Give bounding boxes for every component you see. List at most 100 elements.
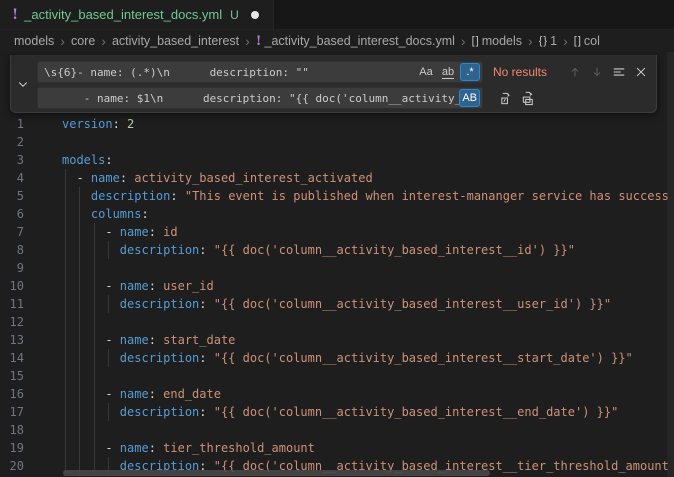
find-input[interactable]: \s{6}- name: (.*)\n description: "" Aa a… — [37, 61, 483, 83]
tab-bar: ! _activity_based_interest_docs.yml U — [0, 0, 674, 30]
code-line[interactable]: 3models: — [0, 151, 674, 169]
replace-all-button[interactable] — [517, 87, 539, 109]
code-token: - — [62, 333, 120, 347]
dirty-indicator-dot[interactable] — [251, 11, 259, 19]
code-token: name — [91, 171, 120, 185]
indent-guide — [94, 439, 95, 457]
indent-guide — [79, 403, 80, 421]
code-token: - — [62, 387, 120, 401]
code-area[interactable]: 1version: 223models:4 - name: activity_b… — [0, 115, 674, 475]
code-line[interactable]: 9 — [0, 259, 674, 277]
code-token: name — [120, 387, 149, 401]
code-line[interactable]: 4 - name: activity_based_interest_activa… — [0, 169, 674, 187]
indent-guide — [65, 367, 66, 385]
code-line[interactable]: 10 - name: user_id — [0, 277, 674, 295]
code-token: : — [141, 207, 148, 221]
code-token: : — [120, 171, 134, 185]
breadcrumb-item[interactable]: [ ]models — [472, 34, 522, 48]
code-token: "This event is published when interest-m… — [185, 189, 669, 203]
indent-guide — [94, 331, 95, 349]
replace-button[interactable] — [495, 87, 517, 109]
indent-guide — [65, 241, 66, 259]
horizontal-scrollbar[interactable] — [63, 470, 490, 476]
line-number: 17 — [0, 403, 24, 421]
toggle-replace-chevron[interactable] — [11, 55, 35, 112]
code-token: : — [199, 405, 213, 419]
code-line[interactable]: 17 description: "{{ doc('column__activit… — [0, 403, 674, 421]
code-token: description — [120, 297, 199, 311]
code-line[interactable]: 16 - name: end_date — [0, 385, 674, 403]
line-number: 7 — [0, 223, 24, 241]
code-token: "{{ doc('column__activity_based_interest… — [214, 405, 619, 419]
find-query-text: \s{6}- name: (.*)\n description: "" — [38, 66, 416, 79]
code-line[interactable]: 12 — [0, 313, 674, 331]
code-token: "{{ doc('column__activity_based_interest… — [214, 297, 611, 311]
indent-guide — [94, 277, 95, 295]
line-number: 2 — [0, 133, 24, 151]
code-line[interactable]: 5 description: "This event is published … — [0, 187, 674, 205]
code-token: : — [149, 441, 163, 455]
chevron-right-icon: › — [245, 34, 250, 48]
breadcrumb-item[interactable]: { }1 — [539, 34, 557, 48]
whole-word-toggle[interactable]: ab — [438, 63, 458, 81]
code-token: user_id — [163, 279, 214, 293]
match-case-toggle[interactable]: Aa — [416, 63, 436, 81]
tab-filename: _activity_based_interest_docs.yml — [24, 7, 222, 22]
indent-guide — [79, 241, 80, 259]
indent-guide — [79, 205, 80, 223]
line-number: 14 — [0, 349, 24, 367]
code-line[interactable]: 15 — [0, 367, 674, 385]
code-line[interactable]: 2 — [0, 133, 674, 151]
code-line[interactable]: 19 - name: tier_threshold_amount — [0, 439, 674, 457]
next-match-button[interactable] — [586, 61, 608, 83]
code-line[interactable]: 6 columns: — [0, 205, 674, 223]
code-line[interactable]: 1version: 2 — [0, 115, 674, 133]
find-in-selection-button[interactable] — [608, 61, 630, 83]
code-token: "{{ doc('column__activity_based_interest… — [214, 243, 575, 257]
breadcrumb-item[interactable]: [ ]col — [574, 34, 600, 48]
code-line[interactable]: 18 — [0, 421, 674, 439]
code-token: description — [91, 189, 170, 203]
code-line[interactable]: 11 description: "{{ doc('column__activit… — [0, 295, 674, 313]
code-line[interactable]: 14 description: "{{ doc('column__activit… — [0, 349, 674, 367]
code-token: "{{ doc('column__activity_based_interest… — [214, 351, 633, 365]
code-token: - — [62, 225, 120, 239]
regex-toggle[interactable]: .* — [460, 63, 480, 81]
breadcrumb-item[interactable]: activity_based_interest — [112, 34, 239, 48]
breadcrumb-item[interactable]: models — [14, 34, 54, 48]
code-token — [62, 243, 120, 257]
code-token: : — [149, 333, 163, 347]
indent-guide — [65, 331, 66, 349]
editor-pane[interactable]: 1version: 223models:4 - name: activity_b… — [0, 52, 674, 477]
code-line[interactable]: 8 description: "{{ doc('column__activity… — [0, 241, 674, 259]
symbol-icon: [ ] — [574, 35, 580, 47]
indent-guide — [79, 349, 80, 367]
replace-input[interactable]: - name: $1\n description: "{{ doc('colum… — [37, 87, 483, 109]
indent-guide — [65, 295, 66, 313]
code-token: activity_based_interest_activated — [134, 171, 372, 185]
tab-active-file[interactable]: ! _activity_based_interest_docs.yml U — [0, 0, 274, 29]
previous-match-button[interactable] — [564, 61, 586, 83]
line-number: 16 — [0, 385, 24, 403]
breadcrumb-item[interactable]: !_activity_based_interest_docs.yml — [256, 34, 455, 49]
indent-guide — [65, 349, 66, 367]
close-button[interactable] — [630, 61, 652, 83]
chevron-right-icon: › — [528, 34, 533, 48]
indent-guide — [79, 223, 80, 241]
indent-guide — [108, 295, 109, 313]
line-number: 10 — [0, 277, 24, 295]
indent-guide — [65, 205, 66, 223]
code-token: name — [120, 333, 149, 347]
code-token: : — [149, 279, 163, 293]
breadcrumb-label: activity_based_interest — [112, 34, 239, 48]
chevron-right-icon: › — [101, 34, 106, 48]
indent-guide — [79, 439, 80, 457]
code-line[interactable]: 7 - name: id — [0, 223, 674, 241]
code-line[interactable]: 13 - name: start_date — [0, 331, 674, 349]
breadcrumb-item[interactable]: core — [71, 34, 95, 48]
code-token: name — [120, 225, 149, 239]
line-number: 12 — [0, 313, 24, 331]
indent-guide — [65, 187, 66, 205]
line-number: 20 — [0, 457, 24, 475]
preserve-case-toggle[interactable]: AB — [459, 89, 480, 107]
